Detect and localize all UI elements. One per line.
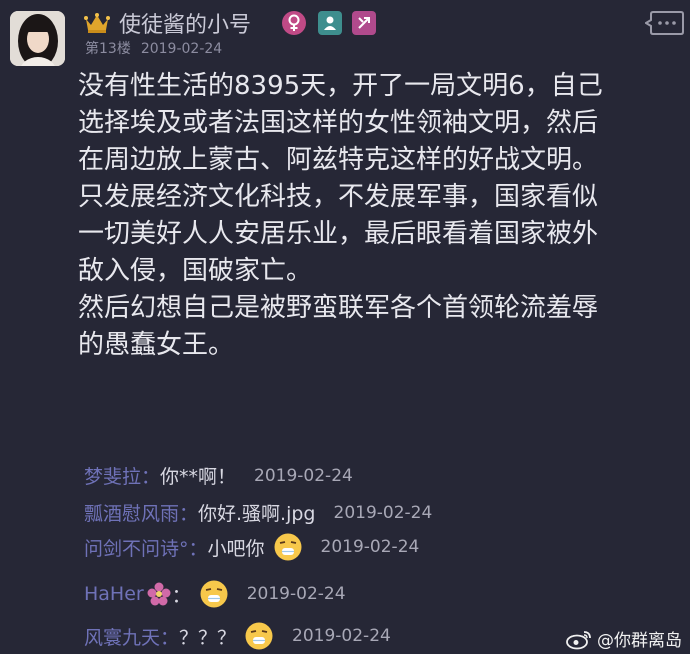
comment-text: 你**啊！ [160,466,237,488]
comment-text: 小吧你 [207,537,265,560]
username[interactable]: 使徒酱的小号 [119,7,251,39]
comment-text: 你好.骚啊.jpg [198,503,316,525]
post-line: 选择埃及或者法国这样的女性领袖文明，然后 [78,108,599,138]
post-date: 2019-02-24 [140,41,223,57]
reply-icon[interactable] [645,10,685,36]
comment-text: ： [171,584,191,607]
sick-face-emoji [200,580,228,608]
post-line: 只发展经济文化科技，不发展军事，国家看似 [78,182,599,212]
flower-icon [147,582,171,606]
floor-number: 第13楼 [85,41,131,57]
comment-item[interactable]: HaHer ： 2019-02-24 [84,579,346,609]
post-body: 没有性生活的8395天，开了一局文明6，自己 选择埃及或者法国这样的女性领袖文明… [78,68,683,364]
comment-user[interactable]: 梦斐拉： [84,462,160,489]
comment-date: 2019-02-24 [292,626,391,646]
comment-date: 2019-02-24 [254,465,353,486]
watermark-text: @你群离岛 [597,631,682,651]
sick-face-emoji [274,533,302,561]
post-line: 没有性生活的8395天，开了一局文明6，自己 [78,71,603,101]
floor-info: 第13楼 2019-02-24 [85,38,222,58]
comment-user[interactable]: HaHer [84,583,144,605]
female-icon [282,11,306,35]
post-line: 敌入侵，国破家亡。 [78,256,313,286]
comment-user[interactable]: 问剑不问诗°： [84,534,208,561]
post-line: 然后幻想自己是被野蛮联军各个首领轮流羞辱 [78,293,599,323]
comment-item[interactable]: 问剑不问诗°： 小吧你 2019-02-24 [84,532,419,562]
user-badge-icon [318,11,342,35]
comment-date: 2019-02-24 [320,537,420,557]
post-line: 一切美好人人安居乐业，最后眼看着国家被外 [78,219,599,249]
crown-icon [84,13,110,33]
swap-icon [352,11,376,35]
comment-item[interactable]: 瓢酒慰风雨： 你好.骚啊.jpg 2019-02-24 [84,499,432,526]
sick-face-emoji [245,622,273,650]
comment-item[interactable]: 风寰九天： ？？？ 2019-02-24 [84,621,391,651]
comment-date: 2019-02-24 [246,584,346,604]
comment-item[interactable]: 梦斐拉： 你**啊！ 2019-02-24 [84,462,353,489]
comment-text: ？？？ [179,626,237,649]
avatar[interactable] [10,11,65,66]
watermark: @你群离岛 [565,626,682,651]
post-line: 在周边放上蒙古、阿兹特克这样的好战文明。 [78,145,599,175]
comment-user[interactable]: 风寰九天： [84,623,179,650]
comment-date: 2019-02-24 [333,502,433,523]
post-line: 的愚蠢女王。 [78,330,235,360]
weibo-logo-icon [566,630,591,649]
comment-user[interactable]: 瓢酒慰风雨： [84,499,198,526]
